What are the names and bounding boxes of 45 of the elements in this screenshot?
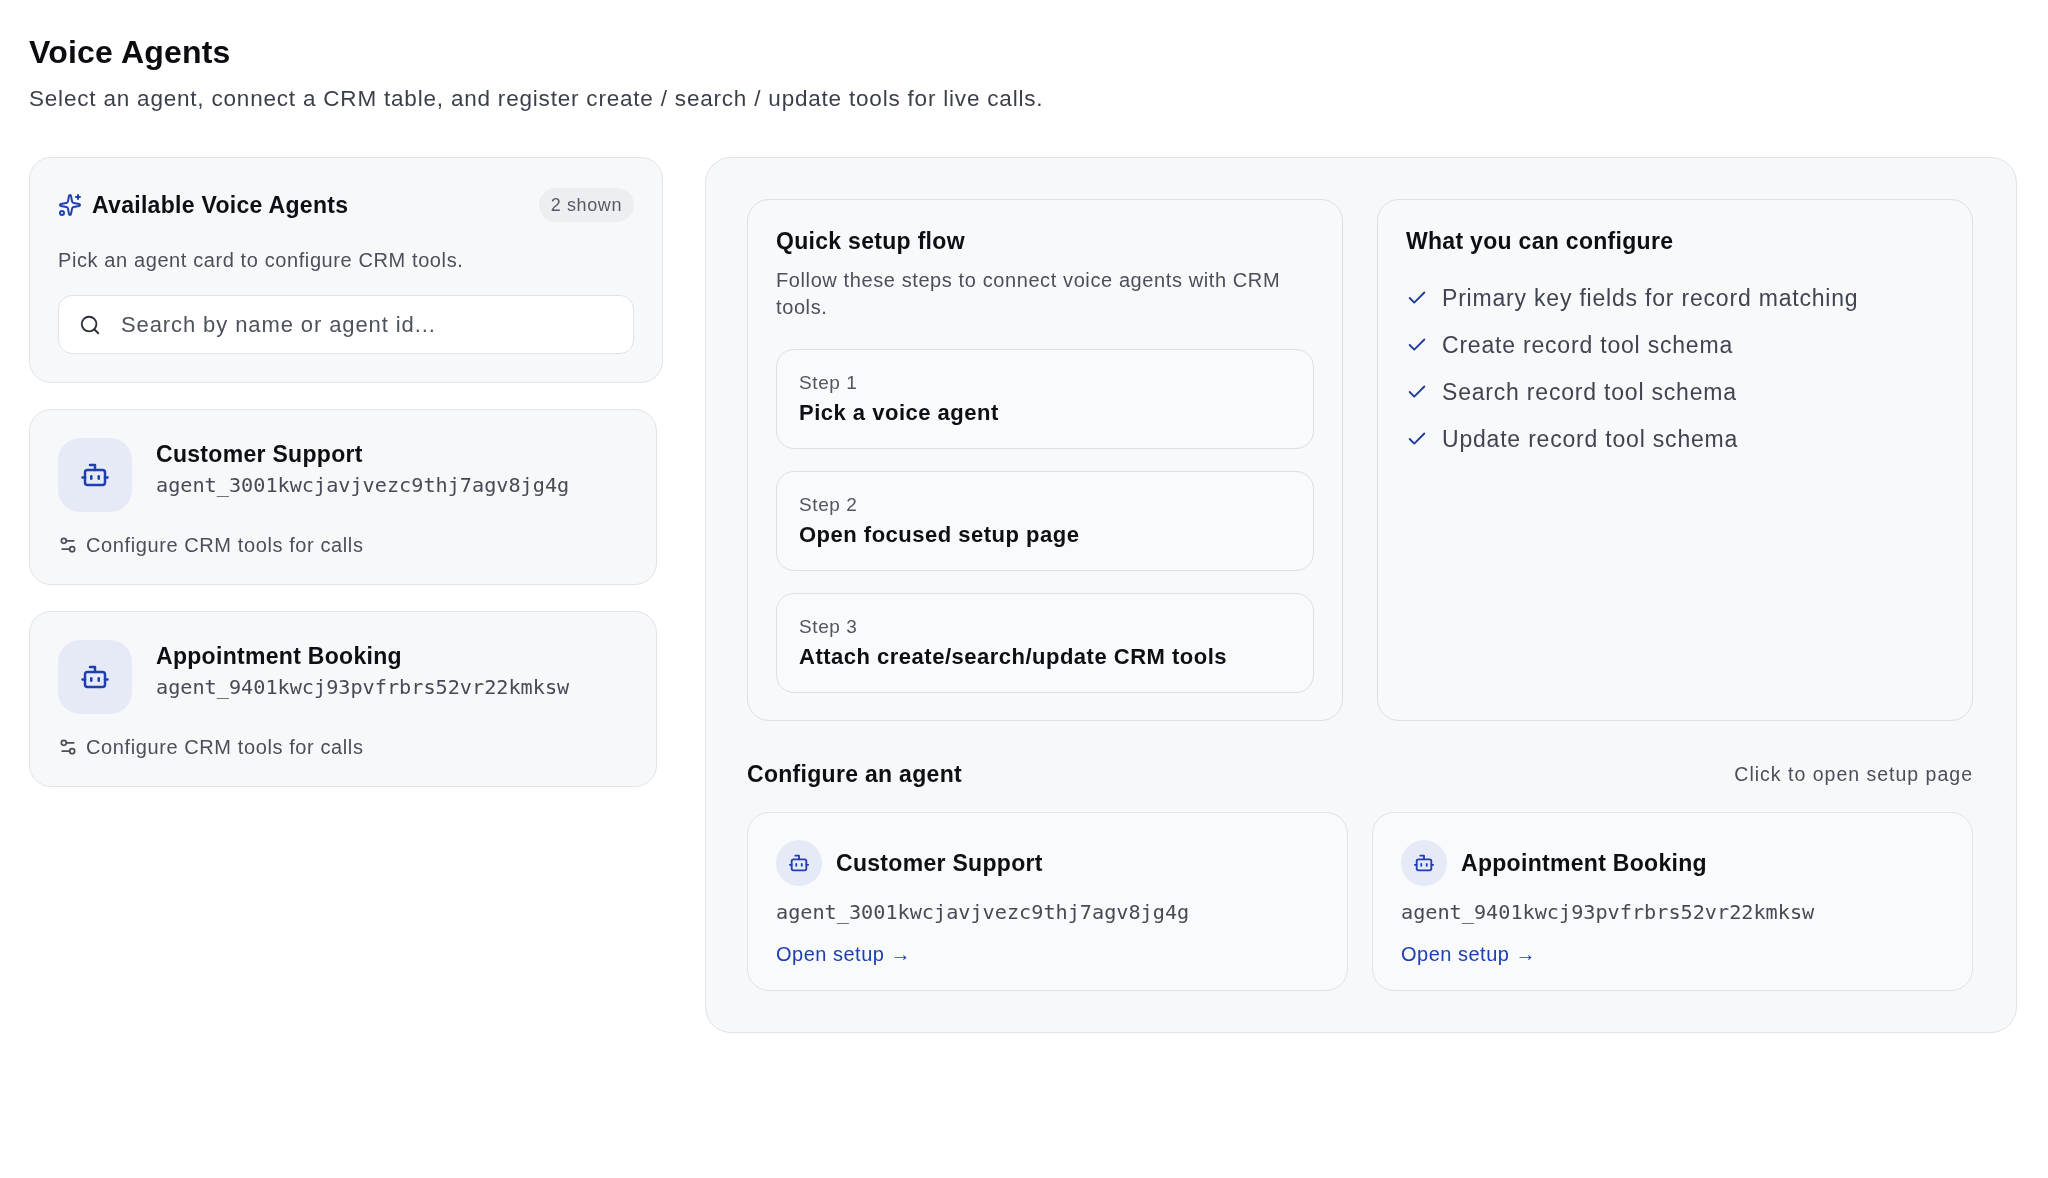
capability-text: Primary key fields for record matching <box>1442 284 1859 313</box>
open-setup-link[interactable]: Open setup → <box>1401 942 1536 966</box>
step-title: Open focused setup page <box>799 521 1081 549</box>
agent-id: agent_9401kwcj93pvfrbrs52vr22kmksw <box>1401 899 1815 925</box>
step-label: Step 1 <box>799 371 859 395</box>
agent-setup-card[interactable]: Customer Support agent_3001kwcjavjvezc9thj7agv8jg4g Open setup → <box>747 812 1348 991</box>
step-label: Step 3 <box>799 615 859 639</box>
open-setup-link[interactable]: Open setup → <box>776 942 911 966</box>
agent-action-text: Configure CRM tools for calls <box>86 533 364 557</box>
card-title: What you can configure <box>1406 228 1674 254</box>
agent-id: agent_3001kwcjavjvezc9thj7agv8jg4g <box>156 472 570 498</box>
agent-action-text: Configure CRM tools for calls <box>86 735 364 759</box>
card-title: Quick setup flow <box>776 228 965 254</box>
robot-icon <box>776 840 822 886</box>
panel-description: Pick an agent card to configure CRM tools. <box>58 248 465 272</box>
capability-text: Update record tool schema <box>1442 425 1739 454</box>
count-badge: 2 shown <box>538 188 634 222</box>
section-title: Configure an agent <box>747 760 962 788</box>
robot-icon <box>58 640 132 714</box>
search-field[interactable]: Search by name or agent id... <box>58 295 634 354</box>
agent-card[interactable]: Appointment Booking agent_9401kwcj93pvfrbrs52vr22kmksw Configure CRM tools for calls <box>29 611 657 787</box>
step-label: Step 2 <box>799 493 859 517</box>
section-hint: Click to open setup page <box>1734 762 1973 786</box>
page-title: Voice Agents <box>29 34 232 70</box>
step-title: Pick a voice agent <box>799 399 1000 427</box>
agent-name: Appointment Booking <box>1461 849 1707 877</box>
robot-icon <box>1401 840 1447 886</box>
agent-name: Customer Support <box>836 849 1043 877</box>
agent-id: agent_9401kwcj93pvfrbrs52vr22kmksw <box>156 674 570 700</box>
panel-title: Available Voice Agents <box>92 191 349 219</box>
page-subtitle: Select an agent, connect a CRM table, and register create / search / update tools for live calls. <box>29 86 1045 112</box>
agent-name: Appointment Booking <box>156 642 403 670</box>
capability-text: Search record tool schema <box>1442 378 1737 407</box>
sliders-icon <box>58 535 78 555</box>
step-title: Attach create/search/update CRM tools <box>799 643 1229 671</box>
search-icon <box>79 313 101 336</box>
capability-text: Create record tool schema <box>1442 331 1733 360</box>
agent-name: Customer Support <box>156 440 364 468</box>
agent-setup-card[interactable]: Appointment Booking agent_9401kwcj93pvfrbrs52vr22kmksw Open setup → <box>1372 812 1973 991</box>
card-description: Follow these steps to connect voice agents with CRM tools. <box>776 268 1282 320</box>
sparkles-icon <box>58 193 82 217</box>
agent-id: agent_3001kwcjavjvezc9thj7agv8jg4g <box>776 899 1190 925</box>
agent-card[interactable]: Customer Support agent_3001kwcjavjvezc9thj7agv8jg4g Configure CRM tools for calls <box>29 409 657 585</box>
robot-icon <box>58 438 132 512</box>
sliders-icon <box>58 737 78 757</box>
